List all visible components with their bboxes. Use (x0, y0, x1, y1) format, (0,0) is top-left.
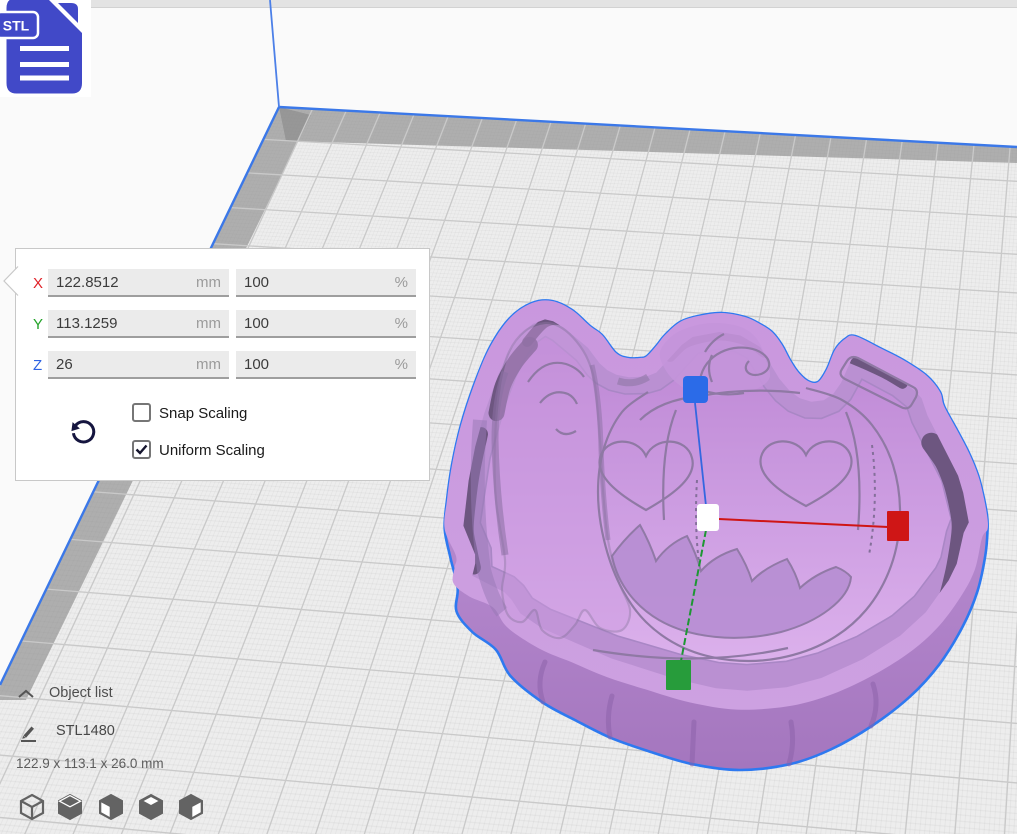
svg-text:STL: STL (3, 18, 30, 34)
